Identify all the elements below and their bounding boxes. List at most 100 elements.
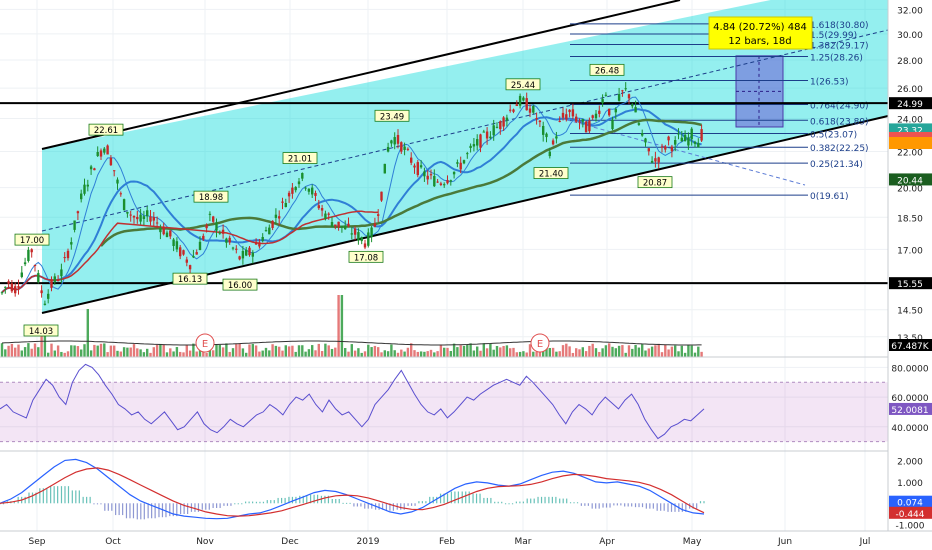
earnings-marker[interactable]: E [195,333,215,353]
candle-body [50,279,53,288]
volume-bar [518,351,522,357]
macd-histogram-bar [147,503,149,519]
volume-bar [495,345,499,357]
candle-body [357,232,360,241]
macd-histogram-bar [270,500,272,504]
price-badge-text: 15.55 [897,280,923,290]
volume-bar [271,344,274,357]
volume-bar [386,351,390,357]
macd-histogram-bar [559,498,561,504]
volume-bar [608,343,611,357]
candle-body [400,142,403,152]
macd-histogram-bar [345,502,348,504]
price-tick-label: 17.00 [897,246,923,256]
macd-histogram-bar [598,503,600,509]
macd-histogram-bar [587,503,589,506]
volume-bar [657,343,660,357]
volume-bar [439,344,443,357]
macd-histogram-bar [624,503,626,507]
macd-histogram-bar [551,496,553,504]
volume-bar [485,348,489,357]
macd-histogram-bar [165,503,167,518]
macd-histogram-bar [400,503,402,510]
candle-body [433,176,436,187]
volume-bar [99,343,103,357]
macd-histogram-bar [201,503,203,510]
candle [106,144,109,155]
candle-body [271,220,274,228]
swing-label: 16.13 [172,272,208,285]
candle-body [515,104,518,107]
volume-bar [146,348,149,357]
volume-bar [512,347,515,357]
macd-histogram-bar [281,497,283,504]
candle-body [251,252,254,257]
volume-bar [627,345,631,357]
candle-body [254,241,258,245]
macd-histogram-bar [194,503,196,512]
macd-histogram-bar [316,494,319,504]
macd-histogram-bar [143,503,145,520]
candle-body [37,273,40,282]
candle-body [4,286,7,288]
candle [416,159,419,178]
candle-body [476,139,479,146]
candle-body [238,256,241,260]
candle-body [608,108,611,116]
candle-body [245,249,248,256]
macd-histogram-bar [129,503,131,519]
candle-body [235,248,238,250]
swing-label-text: 16.13 [178,275,202,285]
candle-body [327,213,330,215]
candle-body [380,191,383,201]
volume-bar [631,348,634,357]
candle-body [604,94,608,96]
swing-label: 14.03 [23,324,59,337]
macd-histogram-bar [24,496,26,504]
price-tick-label: 32.00 [897,6,923,16]
candle-body [624,88,627,90]
candle-body [423,171,426,177]
volume-bar [139,349,142,357]
candle-body [126,211,129,214]
volume-bar [20,350,23,357]
macd-histogram-bar [483,497,485,504]
earnings-marker[interactable]: E [530,333,550,353]
candle-body [23,262,27,265]
macd-histogram-bar [115,503,117,516]
candle-body [558,120,561,122]
macd-histogram-bar [544,496,546,504]
volume-bar [159,343,162,357]
candle-body [532,105,535,113]
rsi-current-badge: 52.0081 [889,402,932,416]
volume-bar [396,352,400,357]
volume-bar [347,351,350,357]
volume-bar [660,352,664,357]
volume-bar [86,309,89,357]
volume-bar [575,348,578,357]
swing-label-text: 21.40 [539,170,563,180]
fib-label: 0.25(21.34) [810,160,863,170]
macd-histogram-bar [248,501,250,504]
volume-bar [515,352,518,357]
volume-bar [142,352,146,357]
candle-body [647,148,650,152]
volume-bar [188,350,192,357]
chart-canvas[interactable]: 0(19.61) 0.25(21.34) 0.382(22.25) 0.5(23.07… [0,0,932,550]
candle-body [584,121,588,133]
macd-histogram-bar [277,497,279,504]
macd-histogram-bar [284,497,286,504]
macd-histogram-bar [230,503,232,506]
time-label: Nov [196,537,214,547]
volume-bar [37,347,40,357]
macd-histogram-bar [410,503,413,506]
macd-histogram-bar [522,501,524,504]
candle-body [621,90,624,92]
volume-bar [571,352,575,357]
fib-label: 1.5(29.99) [810,31,857,41]
macd-histogram-bar [226,503,229,506]
macd-histogram-bar [234,503,236,505]
candle-body [221,229,225,234]
candle-body [132,216,136,218]
macd-histogram-bar [252,501,254,504]
